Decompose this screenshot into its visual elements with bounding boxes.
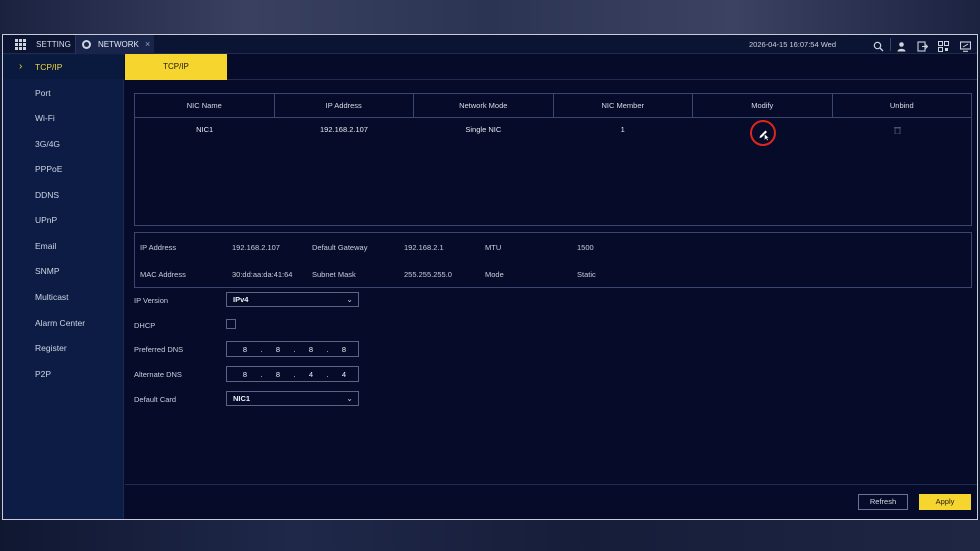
nic-ip-cell: 192.168.2.107 [320,125,368,134]
octet-separator: . [326,369,329,379]
tab-network[interactable]: NETWORK × [76,35,154,54]
chevron-down-icon: ⌄ [346,394,353,403]
user-icon[interactable] [896,39,907,52]
toolbar-divider [890,38,891,51]
subnet-mask-value: 255.255.255.0 [404,270,452,279]
chevron-right-icon: › [19,61,23,72]
modify-cell [692,118,831,146]
dhcp-label: DHCP [134,321,156,330]
column-header-nic-name: NIC Name [135,94,275,117]
sidebar-item-alarm-center[interactable]: Alarm Center [3,311,124,335]
mode-value: Static [577,270,596,279]
octet-separator: . [293,344,296,354]
monitor-icon[interactable] [959,39,972,52]
alternate-dns-octet-3[interactable]: 4 [299,370,323,379]
sidebar-item-3g-4g[interactable]: 3G/4G [3,132,124,156]
dhcp-checkbox[interactable] [226,319,236,329]
column-header-nic-member: NIC Member [554,94,693,117]
alternate-dns-label: Alternate DNS [134,370,182,379]
nic-member-cell: 1 [620,125,625,134]
preferred-dns-input[interactable]: 8 . 8 . 8 . 8 [226,341,359,357]
sidebar-item-p2p[interactable]: P2P [3,362,124,386]
preferred-dns-label: Preferred DNS [134,345,184,354]
mac-address-label: MAC Address [140,270,186,279]
nic-table: NIC Name IP Address Network Mode NIC Mem… [134,93,972,226]
refresh-button[interactable]: Refresh [858,494,908,510]
default-gateway-value: 192.168.2.1 [404,243,444,252]
tab-setting[interactable]: SETTING [32,35,76,54]
nic-info-panel: IP Address 192.168.2.107 Default Gateway… [134,232,972,288]
background-blur-top [0,0,980,34]
ip-version-label: IP Version [134,296,169,305]
background-blur-bottom [0,520,980,551]
sidebar-item-multicast[interactable]: Multicast [3,285,124,309]
ip-address-label: IP Address [140,243,177,252]
mac-address-value: 30:dd:aa:da:41:64 [232,270,293,279]
ip-address-value: 192.168.2.107 [232,243,280,252]
alternate-dns-input[interactable]: 8 . 8 . 4 . 4 [226,366,359,382]
subnet-mask-label: Subnet Mask [312,270,356,279]
default-gateway-label: Default Gateway [312,243,368,252]
column-header-unbind: Unbind [889,101,914,110]
close-tab-icon[interactable]: × [145,35,150,54]
sidebar-item-label: TCP/IP [35,62,63,72]
preferred-dns-octet-4[interactable]: 8 [332,345,356,354]
preferred-dns-octet-3[interactable]: 8 [299,345,323,354]
footer-divider [125,484,977,485]
sidebar-item-register[interactable]: Register [3,336,124,360]
mode-label: Mode [485,270,504,279]
column-header-network-mode: Network Mode [414,94,554,117]
preferred-dns-octet-2[interactable]: 8 [266,345,290,354]
sidebar-item-upnp[interactable]: UPnP [3,208,124,232]
system-datetime: 2026-04-15 16:07:54 Wed [749,40,837,49]
sidebar-item-tcp-ip[interactable]: › TCP/IP [3,55,124,79]
ip-version-select[interactable]: IPv4 ⌄ [226,292,359,307]
sidebar-item-wi-fi[interactable]: Wi-Fi [3,106,124,130]
subtab-divider [227,79,977,80]
default-card-value: NIC1 [233,394,251,403]
apply-button[interactable]: Apply [919,494,971,510]
sidebar: › TCP/IP Port Wi-Fi 3G/4G PPPoE DDNS UPn… [3,54,124,519]
subtab-tcp-ip[interactable]: TCP/IP [125,54,227,80]
alternate-dns-octet-1[interactable]: 8 [233,370,257,379]
sidebar-item-ddns[interactable]: DDNS [3,183,124,207]
column-header-ip-address: IP Address [275,94,414,117]
logout-icon[interactable] [917,39,929,52]
qr-code-icon[interactable] [938,39,949,52]
nic-mode-cell: Single NIC [465,125,502,134]
nic-table-header: NIC Name IP Address Network Mode NIC Mem… [135,94,971,118]
default-card-label: Default Card [134,395,177,404]
settings-window: SETTING NETWORK × 2026-04-15 16:07:54 We… [2,34,978,520]
tab-network-label: NETWORK [98,40,139,49]
mtu-value: 1500 [577,243,594,252]
ip-version-value: IPv4 [233,295,249,304]
mtu-label: MTU [485,243,502,252]
octet-separator: . [260,344,263,354]
sidebar-item-port[interactable]: Port [3,81,124,105]
column-header-modify: Modify [693,94,833,117]
alternate-dns-octet-4[interactable]: 4 [332,370,356,379]
octet-separator: . [293,369,296,379]
nic-name-cell: NIC1 [196,125,214,134]
table-row[interactable]: NIC1 192.168.2.107 Single NIC 1 [135,118,971,146]
sidebar-item-pppoe[interactable]: PPPoE [3,157,124,181]
default-card-select[interactable]: NIC1 ⌄ [226,391,359,406]
globe-icon [82,40,91,49]
unbind-cell [832,118,971,142]
octet-separator: . [260,369,263,379]
main-menu-grid-icon[interactable] [15,39,26,50]
title-bar: SETTING NETWORK × 2026-04-15 16:07:54 We… [3,35,977,54]
chevron-down-icon: ⌄ [346,295,353,304]
sidebar-item-email[interactable]: Email [3,234,124,258]
preferred-dns-octet-1[interactable]: 8 [233,345,257,354]
alternate-dns-octet-2[interactable]: 8 [266,370,290,379]
main-content: TCP/IP NIC Name IP Address Network Mode … [125,54,977,519]
octet-separator: . [326,344,329,354]
sidebar-item-snmp[interactable]: SNMP [3,259,124,283]
search-icon[interactable] [873,39,884,52]
modify-pencil-icon[interactable] [750,120,777,146]
